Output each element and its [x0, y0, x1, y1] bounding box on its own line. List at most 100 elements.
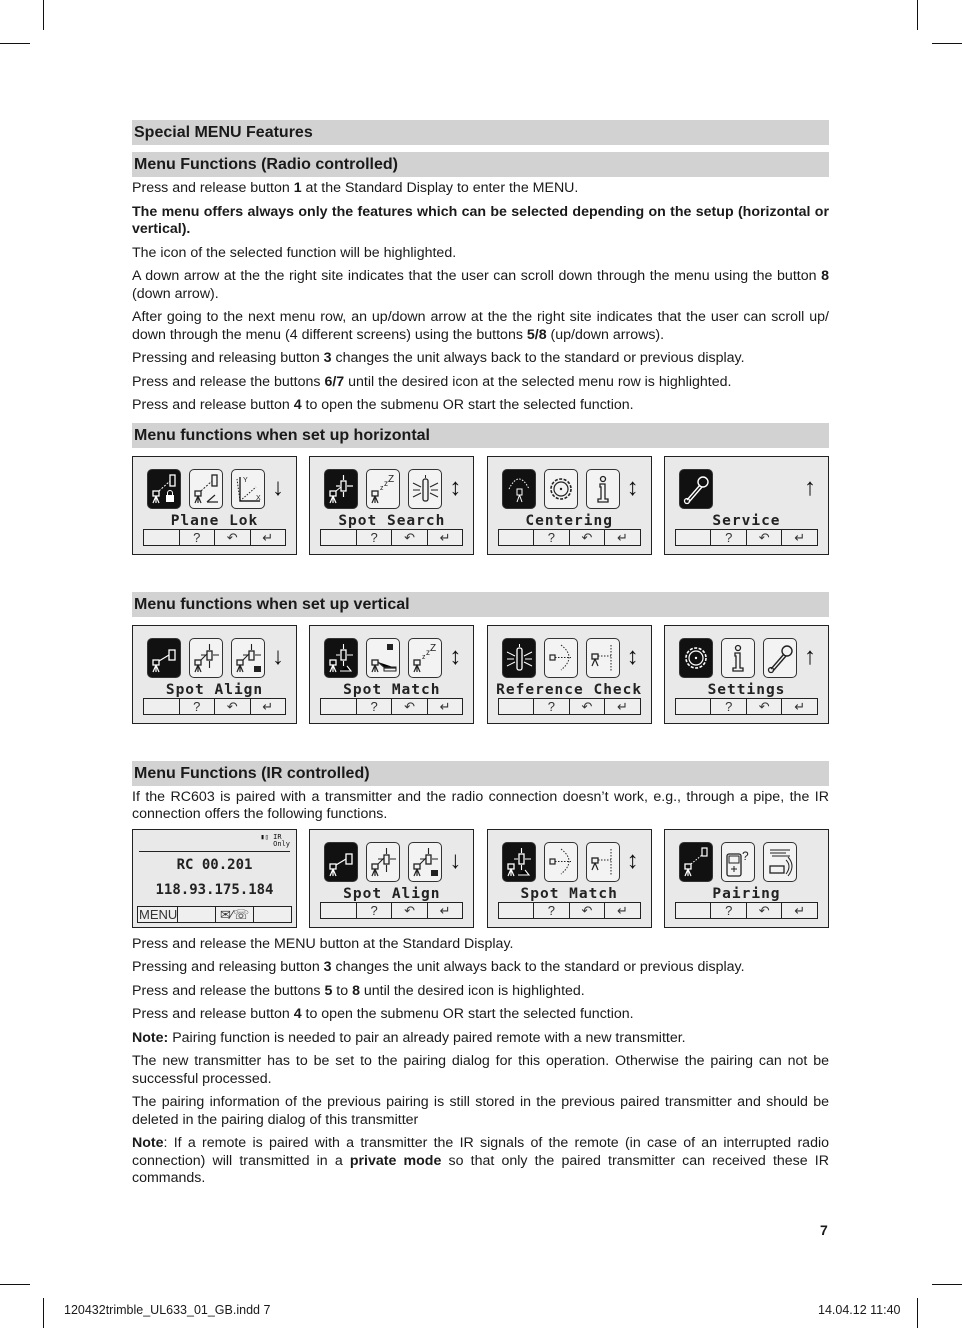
back-softkey[interactable]: ↶ [214, 698, 250, 714]
help-softkey[interactable]: ? [178, 529, 215, 545]
axis-icon[interactable]: YX [231, 468, 265, 509]
slope-icon[interactable] [189, 468, 223, 509]
settings-gear-icon[interactable] [678, 637, 713, 678]
softkey-bar: ? ↶ ↵ [320, 528, 464, 546]
vertical-scan-icon[interactable] [585, 841, 620, 882]
enter-softkey[interactable]: ↵ [781, 698, 817, 714]
help-softkey[interactable]: ? [533, 529, 569, 545]
centering-icon[interactable] [501, 468, 536, 509]
icon-row [324, 841, 443, 882]
arc-icon[interactable] [543, 637, 578, 678]
sleep-icon[interactable]: zzZ [366, 468, 401, 509]
blank-softkey[interactable] [321, 530, 356, 545]
slug-filename: 120432trimble_UL633_01_GB.indd 7 [64, 1303, 271, 1317]
back-softkey[interactable]: ↶ [568, 698, 605, 714]
lock-target-icon[interactable] [366, 637, 401, 678]
spot-match-icon[interactable] [324, 637, 359, 678]
enter-softkey[interactable]: ↵ [426, 698, 463, 714]
vertical-scan-icon[interactable] [585, 637, 620, 678]
enter-softkey[interactable]: ↵ [781, 529, 817, 545]
enter-softkey[interactable]: ↵ [781, 902, 817, 918]
blank-softkey[interactable] [676, 530, 711, 545]
sleep-icon[interactable]: zzZ [408, 637, 443, 678]
blank-softkey[interactable] [321, 903, 356, 918]
softkey[interactable] [177, 906, 215, 922]
menu-screen-spot-match: z z Z ↕ Spot Match? ↶ ↵ [309, 624, 475, 724]
blank-softkey[interactable] [676, 903, 711, 918]
softkey-bar: ? ↶ ↵ [674, 528, 818, 546]
help-softkey[interactable]: ? [533, 902, 569, 918]
spot-align-icon[interactable] [324, 841, 359, 882]
enter-softkey[interactable]: ↵ [249, 698, 286, 714]
paragraph: A down arrow at the the right site indic… [132, 268, 829, 302]
help-softkey[interactable]: ? [355, 529, 392, 545]
cross-arrows-icon[interactable] [189, 637, 223, 678]
spot-align-icon[interactable] [147, 637, 181, 678]
help-softkey[interactable]: ? [533, 698, 569, 714]
blank-softkey[interactable] [321, 699, 356, 714]
settings-gear-icon[interactable] [543, 468, 578, 509]
softkey[interactable] [253, 906, 291, 922]
enter-softkey[interactable]: ↵ [604, 902, 640, 918]
beacon-icon[interactable] [501, 637, 536, 678]
info-icon[interactable] [720, 637, 755, 678]
softkey-bar: ? ↶ ↵ [497, 528, 641, 546]
crop-mark [43, 1298, 44, 1328]
menu-screen-settings: ↑ Settings? ↶ ↵ [663, 624, 829, 724]
help-softkey[interactable]: ? [710, 902, 746, 918]
blank-softkey[interactable] [676, 699, 711, 714]
blank-softkey[interactable] [499, 699, 534, 714]
menu-screen-reference-check: ↕ Reference Check? ↶ ↵ [486, 624, 652, 724]
spot-search-icon[interactable] [324, 468, 359, 509]
back-softkey[interactable]: ↶ [745, 902, 782, 918]
enter-softkey[interactable]: ↵ [604, 529, 640, 545]
paragraph: Press and release the buttons 6/7 until … [132, 373, 732, 390]
enter-softkey[interactable]: ↵ [249, 529, 286, 545]
crop-mark [0, 43, 30, 44]
vertical-menu-screens: ↓ Spot Align? ↶ ↵ z z Z ↕ Spot Match? ↶ ↵ ↕ Referenc… [132, 624, 829, 724]
back-softkey[interactable]: ↶ [391, 902, 427, 918]
enter-softkey[interactable]: ↵ [426, 902, 463, 918]
blank-softkey[interactable] [144, 530, 179, 545]
back-softkey[interactable]: ↶ [568, 902, 605, 918]
enter-softkey[interactable]: ↵ [426, 529, 463, 545]
back-softkey[interactable]: ↶ [391, 698, 427, 714]
paragraph: Pressing and releasing button 3 changes … [132, 959, 745, 975]
back-softkey[interactable]: ↶ [745, 698, 782, 714]
note: Note: Pairing function is needed to pair… [132, 1029, 686, 1046]
scroll-up-down-arrow-icon: ↕ [626, 473, 639, 501]
enter-softkey[interactable]: ↵ [604, 698, 640, 714]
info-icon[interactable] [585, 468, 620, 509]
plane-lok-icon[interactable] [147, 468, 181, 509]
back-softkey[interactable]: ↶ [745, 529, 782, 545]
softkey-bar: ? ↶ ↵ [143, 697, 286, 715]
cross-arrows-lock-icon[interactable] [408, 841, 443, 882]
crop-mark [917, 0, 918, 30]
help-softkey[interactable]: ? [178, 698, 215, 714]
scroll-up-down-arrow-icon: ↕ [626, 642, 639, 670]
help-softkey[interactable]: ? [355, 902, 392, 918]
spot-match-icon[interactable] [501, 841, 536, 882]
cross-arrows-lock-icon[interactable] [231, 637, 265, 678]
scroll-down-arrow-icon: ↓ [449, 846, 462, 874]
cross-arrows-icon[interactable] [366, 841, 401, 882]
help-softkey[interactable]: ? [355, 698, 392, 714]
help-softkey[interactable]: ? [710, 529, 746, 545]
wrench-icon[interactable] [678, 468, 713, 509]
blank-softkey[interactable] [499, 530, 534, 545]
beacon-icon[interactable] [408, 468, 443, 509]
blank-softkey[interactable] [499, 903, 534, 918]
back-softkey[interactable]: ↶ [568, 529, 605, 545]
back-softkey[interactable]: ↶ [391, 529, 427, 545]
envelope-phone-softkey[interactable]: ✉⁄☏ [215, 906, 253, 922]
scroll-up-arrow-icon: ↑ [803, 642, 816, 670]
pairing-icon[interactable] [678, 841, 713, 882]
ir-signal-icon[interactable] [762, 841, 797, 882]
menu-softkey[interactable]: MENU [138, 907, 177, 922]
remote-question-icon[interactable]: ? [720, 841, 755, 882]
arc-icon[interactable] [543, 841, 578, 882]
help-softkey[interactable]: ? [710, 698, 746, 714]
wrench-icon[interactable] [762, 637, 797, 678]
back-softkey[interactable]: ↶ [214, 529, 250, 545]
blank-softkey[interactable] [144, 699, 179, 714]
